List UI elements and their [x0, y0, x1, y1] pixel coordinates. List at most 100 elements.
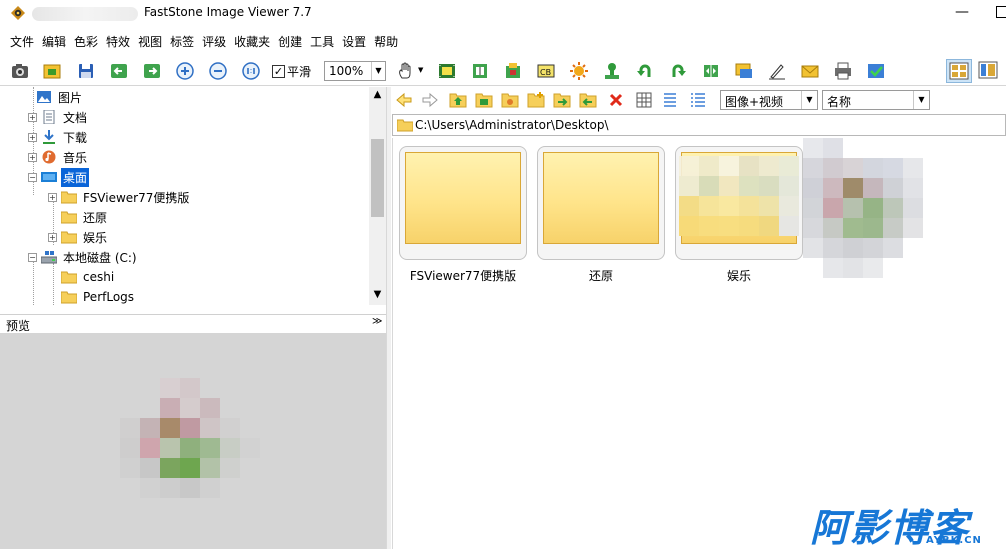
rotate-right-icon[interactable] [668, 61, 688, 81]
tree-item-ceshi-folder[interactable]: ceshi [61, 267, 116, 287]
tree-item-documents[interactable]: + 文档 [28, 107, 89, 127]
expand-icon[interactable]: + [28, 112, 37, 122]
next-image-icon[interactable] [142, 61, 162, 81]
delete-icon[interactable] [606, 90, 626, 110]
stamp-icon[interactable] [602, 61, 622, 81]
folder-up-icon[interactable] [448, 90, 468, 110]
folder-icon [61, 291, 77, 304]
smooth-checkbox[interactable]: ✓ 平滑 [272, 63, 311, 80]
tree-item-local-disk[interactable]: − 本地磁盘 (C:) [28, 247, 139, 267]
forward-arrow-icon[interactable] [420, 90, 440, 110]
tree-item-label: 音乐 [63, 150, 88, 165]
tree-item-label: ceshi [83, 270, 115, 284]
pictures-icon [37, 91, 51, 103]
tree-item-label: PerfLogs [83, 290, 135, 304]
expand-icon[interactable]: + [28, 152, 37, 162]
save-icon[interactable] [76, 61, 96, 81]
preview-pane [0, 333, 386, 549]
tree-item-entertainment-folder[interactable]: + 娱乐 [48, 227, 109, 247]
menu-tags[interactable]: 标签 [166, 30, 198, 52]
zoom-in-icon[interactable] [175, 61, 195, 81]
menu-tools[interactable]: 工具 [306, 30, 338, 52]
menu-edit[interactable]: 编辑 [38, 30, 70, 52]
favorites-folder-icon[interactable] [474, 90, 494, 110]
file-filter-dropdown[interactable]: 图像+视频 ▼ [720, 90, 818, 110]
collapse-icon[interactable]: − [28, 252, 37, 262]
thumbnail-item-restore[interactable] [537, 146, 665, 260]
tree-item-label-selected: 桌面 [61, 167, 90, 187]
maximize-button[interactable] [996, 6, 1006, 18]
move-to-icon[interactable] [578, 90, 598, 110]
tree-item-label: 本地磁盘 (C:) [63, 250, 137, 265]
zoom-out-icon[interactable] [208, 61, 228, 81]
flip-icon[interactable] [701, 61, 721, 81]
scrollbar-thumb[interactable] [371, 139, 384, 217]
menu-view[interactable]: 视图 [134, 30, 166, 52]
compare-icon[interactable] [470, 61, 490, 81]
tree-item-fsviewer-folder[interactable]: + FSViewer77便携版 [48, 187, 191, 207]
menu-help[interactable]: 帮助 [370, 30, 402, 52]
copy-to-icon[interactable] [552, 90, 572, 110]
hand-tool-icon[interactable] [396, 61, 416, 81]
menu-file[interactable]: 文件 [6, 30, 38, 52]
tree-item-label: FSViewer77便携版 [83, 190, 190, 205]
tree-item-downloads[interactable]: + 下载 [28, 127, 89, 147]
thumbnails-grid-icon[interactable] [634, 90, 654, 110]
menu-rating[interactable]: 评级 [198, 30, 230, 52]
menu-favorites[interactable]: 收藏夹 [230, 30, 274, 52]
svg-text:CB: CB [540, 68, 551, 77]
tree-item-music[interactable]: + 音乐 [28, 147, 89, 167]
menu-create[interactable]: 创建 [274, 30, 306, 52]
scroll-up-arrow-icon[interactable]: ▲ [369, 89, 386, 103]
expand-icon[interactable]: + [28, 132, 37, 142]
filmstrip-icon[interactable] [437, 61, 457, 81]
preview-header: 预览 ≫ [0, 314, 386, 333]
actual-size-icon[interactable] [241, 61, 261, 81]
email-icon[interactable] [800, 61, 820, 81]
pixelated-image-thumbnail [679, 138, 923, 278]
thumbnail-view-icon[interactable] [946, 59, 972, 83]
tree-item-perflogs-folder[interactable]: PerfLogs [61, 287, 136, 305]
expand-icon[interactable]: + [48, 232, 57, 242]
menu-colors[interactable]: 色彩 [70, 30, 102, 52]
desktop-folder-icon[interactable] [500, 90, 520, 110]
collapse-preview-icon[interactable]: ≫ [372, 316, 382, 327]
tree-scrollbar[interactable]: ▲ ▼ [369, 87, 386, 305]
chevron-down-icon: ▼ [371, 62, 385, 80]
open-folder-icon[interactable] [42, 61, 62, 81]
address-bar[interactable]: C:\Users\Administrator\Desktop\ [392, 114, 1006, 136]
back-arrow-icon[interactable] [394, 90, 414, 110]
list-view-icon[interactable] [660, 90, 680, 110]
tree-item-label: 娱乐 [83, 230, 108, 245]
slideshow-icon[interactable] [734, 61, 754, 81]
new-folder-icon[interactable] [526, 90, 546, 110]
scroll-down-arrow-icon[interactable]: ▼ [369, 289, 386, 303]
menu-bar: 文件 编辑 色彩 特效 视图 标签 评级 收藏夹 创建 工具 设置 帮助 [0, 30, 402, 52]
batch-convert-icon[interactable] [866, 61, 886, 81]
zoom-dropdown[interactable]: 100% ▼ [324, 61, 386, 81]
menu-effects[interactable]: 特效 [102, 30, 134, 52]
minimize-button[interactable]: — [952, 4, 972, 22]
sort-dropdown[interactable]: 名称 ▼ [822, 90, 930, 110]
thumbnail-item-fsviewer[interactable] [399, 146, 527, 260]
tree-item-pictures[interactable]: 图片 [36, 87, 84, 107]
drive-icon [41, 251, 57, 264]
details-view-icon[interactable] [688, 90, 708, 110]
print-icon[interactable] [833, 61, 853, 81]
collapse-icon[interactable]: − [28, 172, 37, 182]
menu-settings[interactable]: 设置 [338, 30, 370, 52]
thumbnail-label: FSViewer77便携版 [409, 269, 517, 283]
pane-splitter[interactable] [386, 87, 391, 549]
crop-icon[interactable] [503, 61, 523, 81]
rotate-left-icon[interactable] [635, 61, 655, 81]
tree-item-desktop[interactable]: − 桌面 [28, 167, 90, 187]
draw-icon[interactable] [767, 61, 787, 81]
previous-image-icon[interactable] [109, 61, 129, 81]
tree-item-restore-folder[interactable]: 还原 [61, 207, 109, 227]
acquire-camera-icon[interactable] [10, 61, 30, 81]
color-balance-icon[interactable]: CB [536, 61, 556, 81]
expand-icon[interactable]: + [48, 192, 57, 202]
effects-sun-icon[interactable] [569, 61, 589, 81]
dropdown-arrow-icon[interactable]: ▼ [418, 66, 428, 86]
full-view-icon[interactable] [976, 59, 1002, 83]
